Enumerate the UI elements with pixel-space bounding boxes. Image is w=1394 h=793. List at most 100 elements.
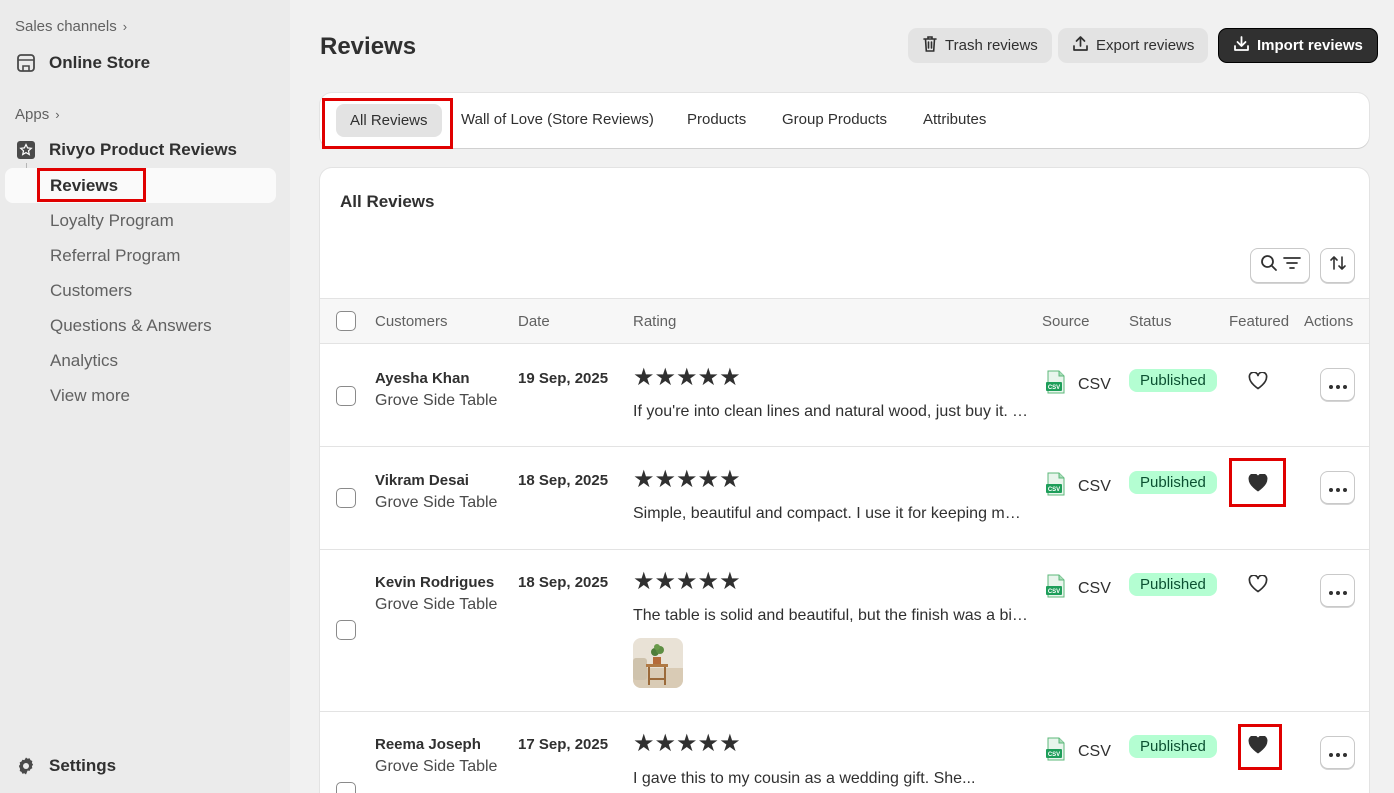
sidebar-item-customers[interactable]: Customers	[50, 281, 132, 301]
highlight-box	[1229, 458, 1286, 507]
status-badge: Published	[1129, 735, 1217, 758]
export-reviews-button[interactable]: Export reviews	[1058, 28, 1209, 63]
review-date: 18 Sep, 2025	[518, 472, 609, 489]
highlight-box	[322, 98, 453, 149]
customer-name: Reema Joseph	[375, 736, 481, 753]
sidebar-item-rivyo-app[interactable]: Rivyo Product Reviews	[15, 139, 237, 161]
heart-outline-icon[interactable]	[1246, 572, 1270, 596]
tab-attributes[interactable]: Attributes	[923, 111, 986, 128]
table-header: Customers Date Rating Source Status Feat…	[320, 298, 1369, 344]
sidebar-item-online-store[interactable]: Online Store	[15, 52, 150, 74]
csv-file-icon: CSV	[1044, 472, 1068, 501]
apps-header[interactable]: Apps ›	[15, 106, 60, 123]
source-label: CSV	[1078, 579, 1111, 597]
sidebar-item-questions-answers[interactable]: Questions & Answers	[50, 316, 212, 336]
column-date[interactable]: Date	[518, 313, 550, 330]
more-horizontal-icon	[1328, 582, 1347, 600]
star-rating: ★★★★★	[633, 568, 741, 595]
source-cell: CSV CSV	[1044, 574, 1111, 603]
chevron-right-icon: ›	[55, 107, 60, 122]
sidebar-item-analytics[interactable]: Analytics	[50, 351, 118, 371]
sidebar-item-loyalty-program[interactable]: Loyalty Program	[50, 211, 174, 231]
table-row[interactable]: Ayesha Khan Grove Side Table 19 Sep, 202…	[320, 344, 1369, 447]
review-photo-thumbnail[interactable]	[633, 638, 683, 688]
table-row[interactable]: Reema Joseph Grove Side Table 17 Sep, 20…	[320, 712, 1369, 793]
csv-file-icon: CSV	[1044, 370, 1068, 399]
sidebar-item-settings[interactable]: Settings	[15, 755, 116, 777]
column-source[interactable]: Source	[1042, 313, 1090, 330]
column-customers[interactable]: Customers	[375, 313, 448, 330]
gear-icon	[15, 755, 37, 777]
product-name: Grove Side Table	[375, 758, 498, 775]
row-actions-button[interactable]	[1320, 574, 1355, 607]
source-label: CSV	[1078, 477, 1111, 495]
table-row[interactable]: Vikram Desai Grove Side Table 18 Sep, 20…	[320, 447, 1369, 550]
more-horizontal-icon	[1328, 479, 1347, 497]
row-checkbox[interactable]	[336, 386, 356, 406]
source-cell: CSV CSV	[1044, 370, 1111, 399]
column-featured[interactable]: Featured	[1229, 313, 1289, 330]
import-reviews-label: Import reviews	[1257, 37, 1363, 54]
filter-icon	[1282, 256, 1301, 275]
search-filter-button[interactable]	[1250, 248, 1310, 283]
sidebar-item-referral-program[interactable]: Referral Program	[50, 246, 180, 266]
sidebar-item-view-more[interactable]: View more	[50, 386, 130, 406]
product-name: Grove Side Table	[375, 596, 498, 613]
row-actions-button[interactable]	[1320, 471, 1355, 504]
apps-label: Apps	[15, 106, 50, 123]
svg-text:CSV: CSV	[1048, 385, 1060, 391]
star-rating: ★★★★★	[633, 466, 741, 493]
star-app-icon	[15, 139, 37, 161]
customer-name: Ayesha Khan	[375, 370, 470, 387]
review-text: If you're into clean lines and natural w…	[633, 403, 1028, 420]
column-status[interactable]: Status	[1129, 313, 1172, 330]
status-badge: Published	[1129, 471, 1217, 494]
app-name-label: Rivyo Product Reviews	[49, 140, 238, 159]
tab-wall-of-love[interactable]: Wall of Love (Store Reviews)	[461, 111, 654, 128]
export-reviews-label: Export reviews	[1096, 37, 1195, 54]
tab-bar: All Reviews Wall of Love (Store Reviews)…	[320, 93, 1369, 148]
tab-products[interactable]: Products	[687, 111, 746, 128]
card-title: All Reviews	[340, 192, 435, 211]
review-date: 17 Sep, 2025	[518, 736, 609, 753]
highlight-box	[37, 168, 146, 202]
star-rating: ★★★★★	[633, 364, 741, 391]
settings-label: Settings	[49, 756, 117, 775]
review-text: Simple, beautiful and compact. I use it …	[633, 505, 1028, 522]
page-title: Reviews	[320, 33, 417, 60]
row-actions-button[interactable]	[1320, 736, 1355, 769]
source-cell: CSV CSV	[1044, 472, 1111, 501]
status-badge: Published	[1129, 369, 1217, 392]
sort-button[interactable]	[1320, 248, 1355, 283]
online-store-label: Online Store	[49, 53, 151, 72]
status-badge: Published	[1129, 573, 1217, 596]
sort-icon	[1329, 254, 1347, 277]
source-label: CSV	[1078, 375, 1111, 393]
sales-channels-label: Sales channels	[15, 18, 117, 35]
highlight-box	[1238, 724, 1282, 770]
reviews-card: All Reviews Customers Date Rating Source…	[320, 168, 1369, 793]
row-checkbox[interactable]	[336, 620, 356, 640]
row-checkbox[interactable]	[336, 782, 356, 793]
row-checkbox[interactable]	[336, 488, 356, 508]
trash-reviews-button[interactable]: Trash reviews	[908, 28, 1052, 63]
csv-file-icon: CSV	[1044, 737, 1068, 766]
product-name: Grove Side Table	[375, 494, 498, 511]
row-actions-button[interactable]	[1320, 368, 1355, 401]
product-name: Grove Side Table	[375, 392, 498, 409]
svg-text:CSV: CSV	[1048, 752, 1060, 758]
heart-outline-icon[interactable]	[1246, 369, 1270, 393]
search-icon	[1260, 254, 1278, 277]
store-icon	[15, 52, 37, 74]
import-reviews-button[interactable]: Import reviews	[1218, 28, 1378, 63]
trash-reviews-label: Trash reviews	[945, 37, 1038, 54]
tab-group-products[interactable]: Group Products	[782, 111, 887, 128]
csv-file-icon: CSV	[1044, 574, 1068, 603]
customer-name: Vikram Desai	[375, 472, 469, 489]
table-row[interactable]: Kevin Rodrigues Grove Side Table 18 Sep,…	[320, 550, 1369, 712]
source-cell: CSV CSV	[1044, 737, 1111, 766]
trash-icon	[922, 35, 938, 57]
column-rating[interactable]: Rating	[633, 313, 676, 330]
select-all-checkbox[interactable]	[336, 311, 356, 331]
sales-channels-header[interactable]: Sales channels ›	[15, 18, 127, 35]
